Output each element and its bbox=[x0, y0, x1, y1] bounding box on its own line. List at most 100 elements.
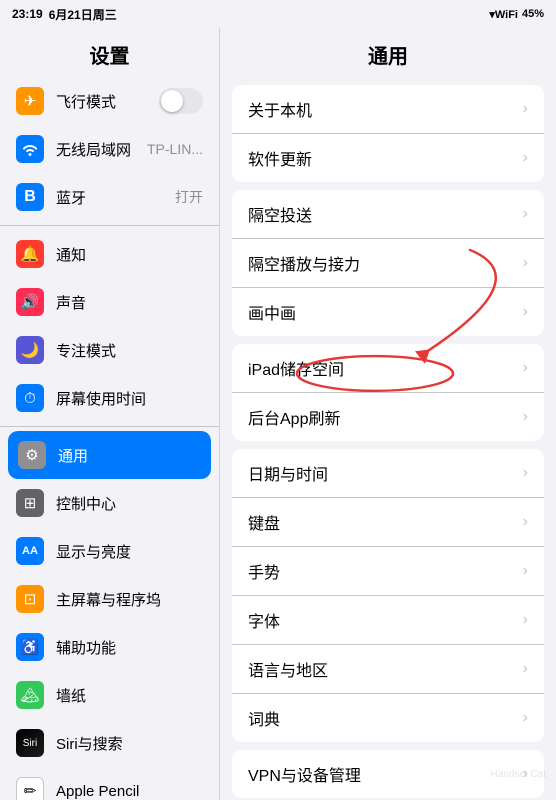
status-date: 6月21日周三 bbox=[49, 6, 117, 23]
sidebar-title: 设置 bbox=[0, 28, 219, 77]
display-label: 显示与亮度 bbox=[56, 541, 131, 562]
sidebar-item-accessibility[interactable]: ♿ 辅助功能 bbox=[0, 623, 219, 671]
detail-group-datetime: 日期与时间 › 键盘 › 手势 › 字体 › 语言与地区 › 词典 › bbox=[232, 449, 544, 742]
about-label: 关于本机 bbox=[248, 97, 515, 121]
notification-label: 通知 bbox=[56, 244, 86, 265]
sidebar-item-notification[interactable]: 🔔 通知 bbox=[0, 230, 219, 278]
airplay-chevron: › bbox=[523, 254, 528, 272]
bgapp-label: 后台App刷新 bbox=[248, 405, 515, 429]
general-label: 通用 bbox=[58, 445, 88, 466]
sidebar-item-airplane[interactable]: ✈ 飞行模式 bbox=[0, 77, 219, 125]
battery-text: 45% bbox=[522, 8, 544, 20]
font-chevron: › bbox=[523, 611, 528, 629]
detail-group-storage: iPad储存空间 › 后台App刷新 › bbox=[232, 344, 544, 441]
keyboard-chevron: › bbox=[523, 513, 528, 531]
wallpaper-icon: 🏔 bbox=[16, 681, 44, 709]
control-icon: ⊞ bbox=[16, 489, 44, 517]
bluetooth-icon: B bbox=[16, 183, 44, 211]
sidebar-item-bluetooth[interactable]: B 蓝牙 打开 bbox=[0, 173, 219, 221]
sidebar-item-wifi[interactable]: 无线局域网 TP-LIN... bbox=[0, 125, 219, 173]
airplane-label: 飞行模式 bbox=[56, 91, 116, 112]
pencil-icon: ✏ bbox=[16, 777, 44, 800]
wifi-label: 无线局域网 bbox=[56, 139, 131, 160]
datetime-label: 日期与时间 bbox=[248, 461, 515, 485]
status-left: 23:19 6月21日周三 bbox=[12, 6, 117, 23]
bluetooth-value: 打开 bbox=[175, 187, 203, 207]
detail-item-dictionary[interactable]: 词典 › bbox=[232, 694, 544, 742]
notification-icon: 🔔 bbox=[16, 240, 44, 268]
screentime-icon: ⏱ bbox=[16, 384, 44, 412]
sidebar-item-general[interactable]: ⚙ 通用 bbox=[8, 431, 211, 479]
pencil-label: Apple Pencil bbox=[56, 783, 139, 800]
detail-item-software[interactable]: 软件更新 › bbox=[232, 134, 544, 182]
detail-item-storage[interactable]: iPad储存空间 › bbox=[232, 344, 544, 393]
sidebar-item-control[interactable]: ⊞ 控制中心 bbox=[0, 479, 219, 527]
bluetooth-label: 蓝牙 bbox=[56, 187, 86, 208]
detail-item-font[interactable]: 字体 › bbox=[232, 596, 544, 645]
language-label: 语言与地区 bbox=[248, 657, 515, 681]
detail-item-gesture[interactable]: 手势 › bbox=[232, 547, 544, 596]
status-time: 23:19 bbox=[12, 7, 43, 21]
gesture-chevron: › bbox=[523, 562, 528, 580]
wifi-value: TP-LIN... bbox=[147, 141, 203, 157]
focus-label: 专注模式 bbox=[56, 340, 116, 361]
dictionary-label: 词典 bbox=[248, 706, 515, 730]
sidebar: 设置 ✈ 飞行模式 无线局域网 TP-LIN... B bbox=[0, 28, 220, 800]
keyboard-label: 键盘 bbox=[248, 510, 515, 534]
accessibility-icon: ♿ bbox=[16, 633, 44, 661]
detail-group-airdrop: 隔空投送 › 隔空播放与接力 › 画中画 › bbox=[232, 190, 544, 336]
wifi-icon bbox=[16, 135, 44, 163]
status-bar: 23:19 6月21日周三 ▾WiFi 45% bbox=[0, 0, 556, 28]
focus-icon: 🌙 bbox=[16, 336, 44, 364]
bgapp-chevron: › bbox=[523, 408, 528, 426]
pip-chevron: › bbox=[523, 303, 528, 321]
divider2 bbox=[0, 426, 219, 427]
storage-label: iPad储存空间 bbox=[248, 356, 515, 380]
vpn-label: VPN与设备管理 bbox=[248, 762, 515, 786]
general-icon: ⚙ bbox=[18, 441, 46, 469]
control-label: 控制中心 bbox=[56, 493, 116, 514]
sidebar-item-siri[interactable]: Siri Siri与搜索 bbox=[0, 719, 219, 767]
airdrop-chevron: › bbox=[523, 205, 528, 223]
siri-label: Siri与搜索 bbox=[56, 733, 123, 754]
dictionary-chevron: › bbox=[523, 709, 528, 727]
homescreen-icon: ⊡ bbox=[16, 585, 44, 613]
wifi-icon: ▾WiFi bbox=[489, 8, 518, 21]
detail-item-datetime[interactable]: 日期与时间 › bbox=[232, 449, 544, 498]
sidebar-item-screentime[interactable]: ⏱ 屏幕使用时间 bbox=[0, 374, 219, 422]
detail-panel: 通用 关于本机 › 软件更新 › 隔空投送 › 隔空播放与接力 › 画中画 bbox=[220, 28, 556, 800]
homescreen-label: 主屏幕与程序坞 bbox=[56, 589, 161, 610]
detail-item-airplay[interactable]: 隔空播放与接力 › bbox=[232, 239, 544, 288]
detail-item-bgapp[interactable]: 后台App刷新 › bbox=[232, 393, 544, 441]
sidebar-section-connectivity: ✈ 飞行模式 无线局域网 TP-LIN... B 蓝牙 打开 bbox=[0, 77, 219, 221]
display-icon: AA bbox=[16, 537, 44, 565]
detail-item-language[interactable]: 语言与地区 › bbox=[232, 645, 544, 694]
storage-chevron: › bbox=[523, 359, 528, 377]
watermark: Handset Cat bbox=[490, 769, 546, 780]
detail-item-keyboard[interactable]: 键盘 › bbox=[232, 498, 544, 547]
sidebar-item-sound[interactable]: 🔊 声音 bbox=[0, 278, 219, 326]
gesture-label: 手势 bbox=[248, 559, 515, 583]
airdrop-label: 隔空投送 bbox=[248, 202, 515, 226]
sound-label: 声音 bbox=[56, 292, 86, 313]
detail-group-about: 关于本机 › 软件更新 › bbox=[232, 85, 544, 182]
sidebar-item-pencil[interactable]: ✏ Apple Pencil bbox=[0, 767, 219, 800]
airplane-toggle[interactable] bbox=[159, 88, 203, 114]
sidebar-item-wallpaper[interactable]: 🏔 墙纸 bbox=[0, 671, 219, 719]
sidebar-item-display[interactable]: AA 显示与亮度 bbox=[0, 527, 219, 575]
software-label: 软件更新 bbox=[248, 146, 515, 170]
software-chevron: › bbox=[523, 149, 528, 167]
siri-icon: Siri bbox=[16, 729, 44, 757]
airplay-label: 隔空播放与接力 bbox=[248, 251, 515, 275]
detail-title: 通用 bbox=[220, 28, 556, 77]
sound-icon: 🔊 bbox=[16, 288, 44, 316]
divider1 bbox=[0, 225, 219, 226]
detail-item-about[interactable]: 关于本机 › bbox=[232, 85, 544, 134]
wallpaper-label: 墙纸 bbox=[56, 685, 86, 706]
about-chevron: › bbox=[523, 100, 528, 118]
status-right: ▾WiFi 45% bbox=[489, 8, 544, 21]
sidebar-item-focus[interactable]: 🌙 专注模式 bbox=[0, 326, 219, 374]
sidebar-item-homescreen[interactable]: ⊡ 主屏幕与程序坞 bbox=[0, 575, 219, 623]
detail-item-airdrop[interactable]: 隔空投送 › bbox=[232, 190, 544, 239]
detail-item-pip[interactable]: 画中画 › bbox=[232, 288, 544, 336]
